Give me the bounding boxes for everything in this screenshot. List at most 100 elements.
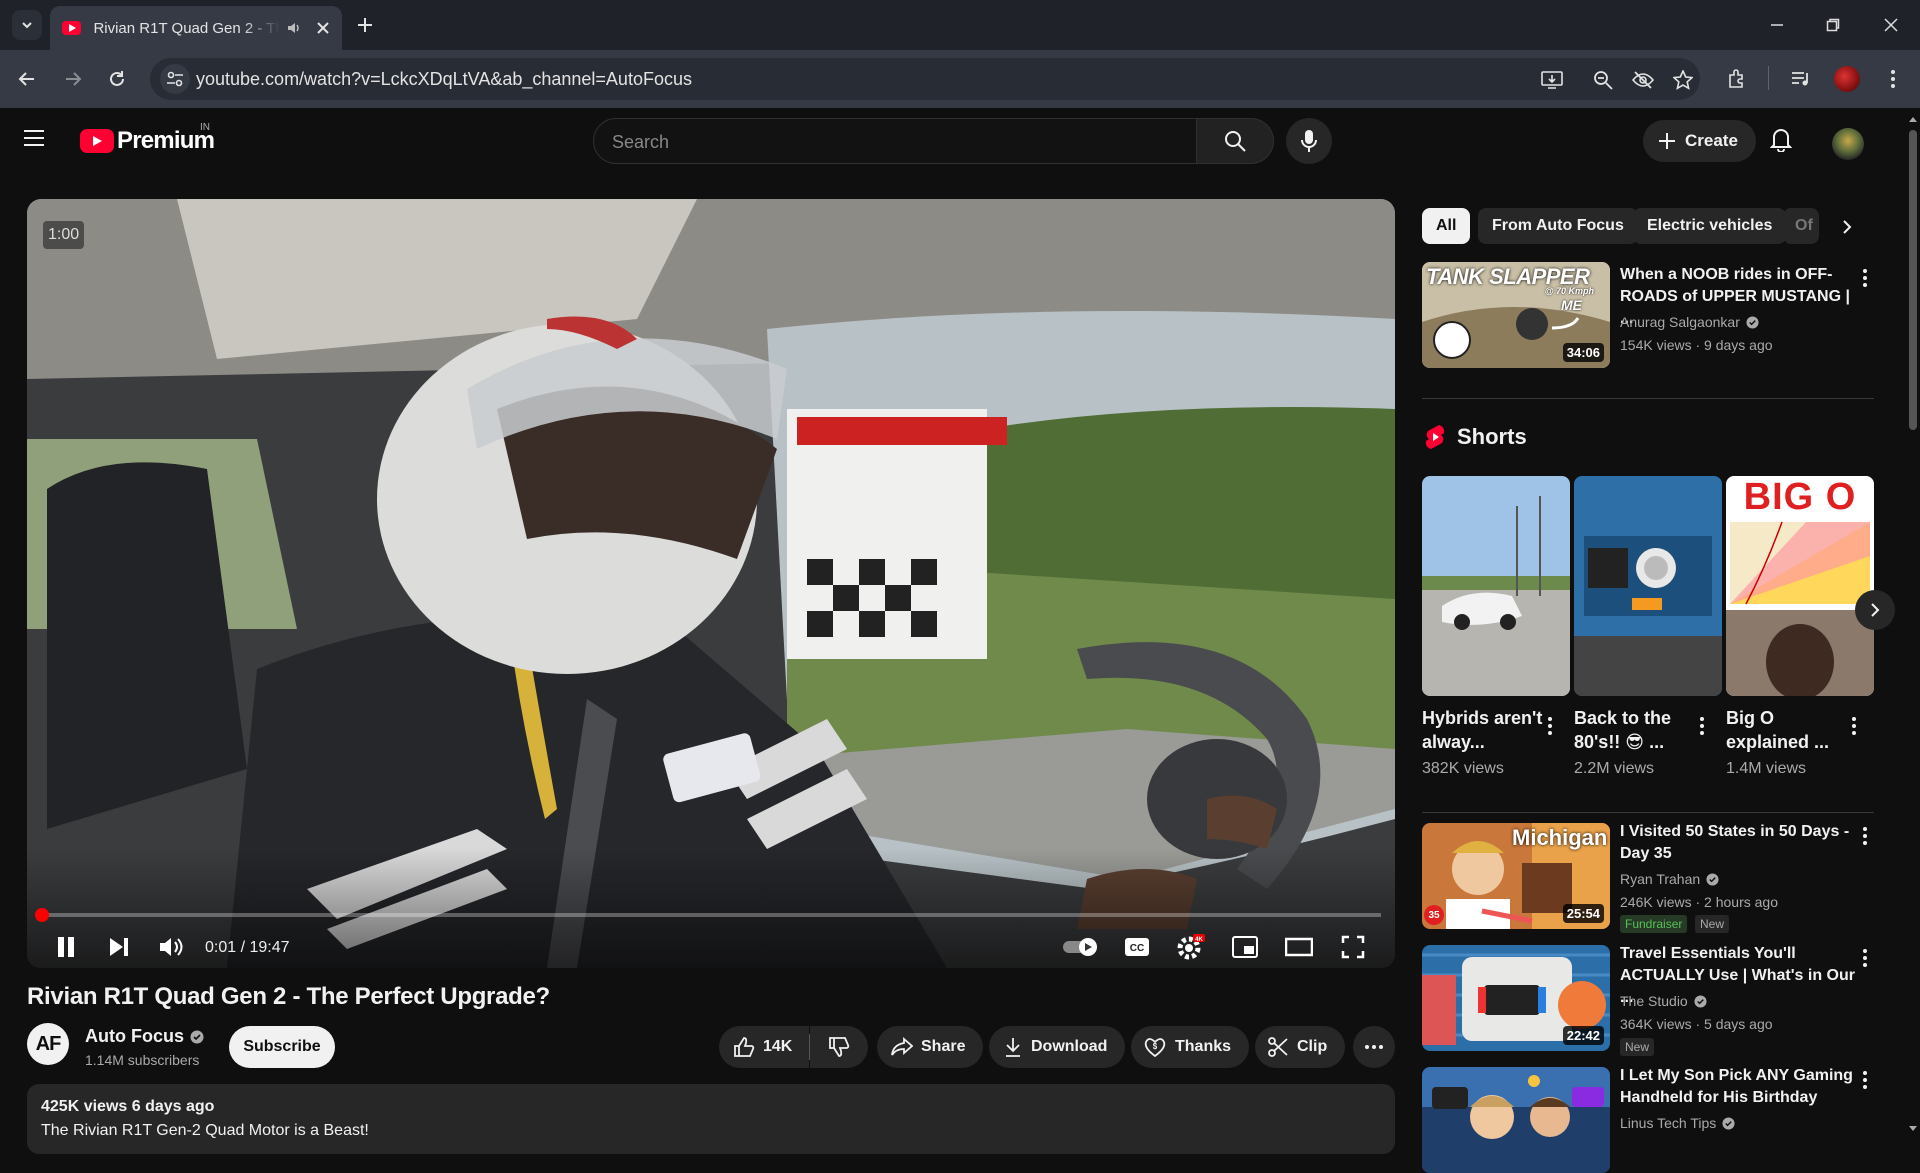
autoplay-toggle[interactable] [1061,927,1101,967]
video-player[interactable]: 1:00 0:01 / 19:47 CC 4K [27,199,1395,968]
page-scrollbar[interactable] [1906,108,1920,1140]
browser-menu-button[interactable] [1878,64,1908,94]
guide-menu-button[interactable] [22,128,46,148]
settings-button[interactable]: 4K [1171,927,1211,967]
channel-name-text[interactable]: Auto Focus [85,1026,184,1047]
short-thumbnail[interactable]: BIG O [1726,476,1874,696]
channel-name-text[interactable]: Anurag Salgaonkar [1620,314,1740,330]
video-title[interactable]: I Visited 50 States in 50 Days - Day 35 [1620,821,1856,865]
like-button[interactable]: 14K [719,1026,809,1068]
shorts-next-button[interactable] [1855,590,1895,630]
volume-button[interactable] [151,927,191,967]
youtube-logo[interactable]: Premium IN [80,122,215,155]
video-thumbnail[interactable]: TANK SLAPPER @ 70 Kmph ME 34:06 [1422,262,1610,368]
more-actions-button[interactable] [1353,1026,1395,1068]
channel-name[interactable]: Auto Focus [85,1026,204,1047]
zoom-icon[interactable] [1591,68,1615,92]
search-input[interactable]: Search [593,118,1197,164]
short-views: 1.4M views [1726,760,1807,777]
channel-name-text[interactable]: The Studio [1620,993,1688,1009]
restore-button[interactable] [1818,10,1848,40]
short-thumbnail[interactable] [1422,476,1570,696]
chip-all[interactable]: All [1422,208,1471,244]
create-button[interactable]: Create [1643,120,1756,162]
short-menu-button[interactable] [1540,714,1560,738]
subscribe-button[interactable]: Subscribe [229,1026,335,1068]
scroll-up-arrow-icon[interactable] [1906,114,1920,124]
scroll-down-arrow-icon[interactable] [1906,1124,1920,1134]
notifications-button[interactable] [1770,126,1792,152]
forward-button[interactable] [58,64,88,94]
description-box[interactable]: 425K views 6 days ago The Rivian R1T Gen… [27,1084,1395,1154]
short-thumbnail-image [1726,521,1874,696]
video-thumbnail[interactable] [1422,1067,1610,1173]
short-title[interactable]: Big O explained ... [1726,706,1856,754]
short-title[interactable]: Back to the 80's!! 😎 ... [1574,706,1704,754]
more-vertical-icon [1863,1071,1867,1089]
chips-next-button[interactable] [1830,210,1864,244]
profile-avatar [1834,66,1860,92]
dislike-button[interactable] [810,1026,868,1068]
extensions-button[interactable] [1722,64,1752,94]
address-bar[interactable]: youtube.com/watch?v=LckcXDqLtVA&ab_chann… [150,58,1700,100]
install-app-icon[interactable] [1540,68,1564,92]
progress-bar[interactable] [35,908,1381,922]
theater-mode-icon [1285,937,1313,957]
site-info-icon[interactable] [160,64,190,94]
chip-electric-vehicles[interactable]: Electric vehicles [1633,208,1787,244]
tab-search-dropdown[interactable] [12,10,42,40]
new-tab-button[interactable] [352,12,378,38]
new-badge: New [1695,915,1730,933]
fullscreen-button[interactable] [1333,927,1373,967]
short-menu-button[interactable] [1844,714,1864,738]
minimize-button[interactable] [1762,10,1792,40]
next-button[interactable] [99,927,139,967]
close-window-button[interactable] [1876,10,1906,40]
channel-name-text[interactable]: Ryan Trahan [1620,871,1700,887]
channel-name[interactable]: The Studio [1620,993,1707,1009]
short-title[interactable]: Hybrids aren't alway... [1422,706,1552,754]
video-thumbnail[interactable]: Michigan 35 25:54 [1422,823,1610,929]
chip-from-auto-focus[interactable]: From Auto Focus [1478,208,1638,244]
scrollbar-thumb[interactable] [1909,130,1917,430]
miniplayer-button[interactable] [1225,927,1265,967]
channel-avatar[interactable]: AF [27,1023,69,1065]
profile-button[interactable] [1832,64,1862,94]
clip-button[interactable]: Clip [1255,1026,1346,1068]
search-button[interactable] [1196,118,1274,164]
pause-button[interactable] [46,927,86,967]
reload-button[interactable] [102,64,132,94]
channel-name[interactable]: Ryan Trahan [1620,871,1719,887]
share-button[interactable]: Share [877,1026,984,1068]
create-label: Create [1685,131,1738,150]
video-menu-button[interactable] [1855,1068,1875,1092]
video-title[interactable]: I Let My Son Pick ANY Gaming Handheld fo… [1620,1065,1856,1109]
video-thumbnail[interactable]: 22:42 [1422,945,1610,1051]
voice-search-button[interactable] [1286,118,1332,164]
video-menu-button[interactable] [1855,824,1875,848]
chip-other[interactable]: Of [1783,208,1819,244]
speaker-icon[interactable] [286,20,302,36]
account-avatar[interactable] [1832,128,1864,160]
thanks-button[interactable]: $ Thanks [1131,1026,1250,1068]
theater-mode-button[interactable] [1279,927,1319,967]
short-thumbnail[interactable] [1574,476,1722,696]
channel-name[interactable]: Anurag Salgaonkar [1620,314,1759,330]
video-menu-button[interactable] [1855,266,1875,290]
hide-eye-icon[interactable] [1631,68,1655,92]
media-control-button[interactable] [1786,64,1816,94]
more-vertical-icon [1863,269,1867,287]
close-tab-icon[interactable] [316,21,330,35]
more-horizontal-icon [1365,1045,1383,1049]
video-menu-button[interactable] [1855,946,1875,970]
channel-name[interactable]: Linus Tech Tips [1620,1115,1735,1131]
bookmark-star-icon[interactable] [1671,68,1695,92]
short-menu-button[interactable] [1692,714,1712,738]
channel-name-text[interactable]: Linus Tech Tips [1620,1115,1716,1131]
download-button[interactable]: Download [989,1026,1126,1068]
plus-icon [358,18,372,32]
browser-tab[interactable]: Rivian R1T Quad Gen 2 - The Perfect Upgr… [50,6,342,50]
back-button[interactable] [12,64,42,94]
captions-button[interactable]: CC [1117,927,1157,967]
thumbs-up-icon [734,1037,755,1057]
